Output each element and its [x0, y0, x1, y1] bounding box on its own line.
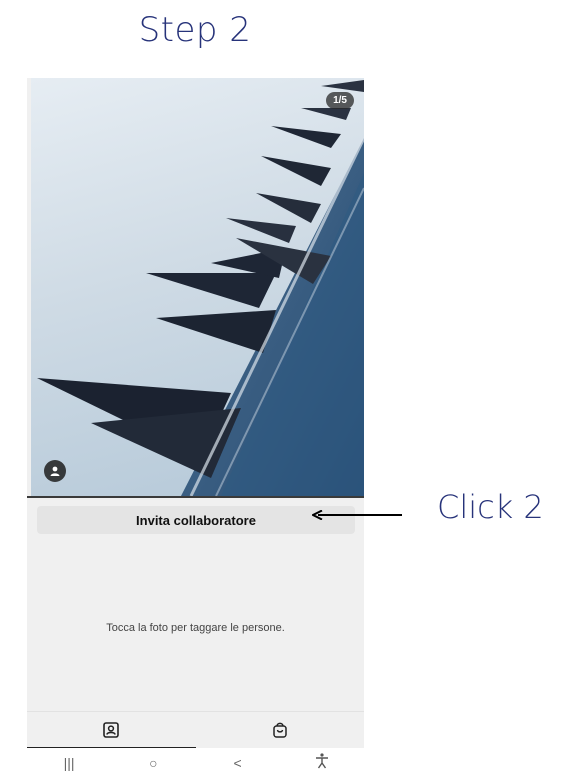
recent-apps-button[interactable]: |||	[49, 755, 89, 771]
sailboats-image	[37, 80, 364, 496]
post-photo[interactable]: 1/5	[31, 78, 364, 496]
invite-collaborator-button[interactable]: Invita collaboratore	[37, 506, 355, 534]
tag-hint-text: Tocca la foto per taggare le persone.	[106, 622, 285, 634]
photo-counter-badge: 1/5	[326, 92, 354, 109]
tutorial-canvas: Step 2 1/5 Invita collaboratore Tocca la…	[0, 0, 564, 777]
person-tag-icon	[103, 722, 120, 738]
photo-divider	[27, 496, 364, 498]
phone-screen: 1/5 Invita collaboratore Tocca la foto p…	[27, 78, 364, 777]
shopping-bag-icon	[273, 722, 287, 738]
pointer-arrow	[312, 510, 402, 520]
system-navbar: ||| ○ <	[27, 748, 364, 777]
user-icon[interactable]	[44, 460, 66, 482]
step-title: Step 2	[138, 10, 252, 50]
accessibility-icon[interactable]	[302, 753, 342, 772]
tab-people[interactable]	[27, 712, 196, 749]
tag-tabbar	[27, 711, 365, 749]
tab-products[interactable]	[196, 712, 365, 748]
home-button[interactable]: ○	[133, 755, 173, 771]
click-label: Click 2	[437, 488, 544, 526]
back-button[interactable]: <	[218, 755, 258, 771]
